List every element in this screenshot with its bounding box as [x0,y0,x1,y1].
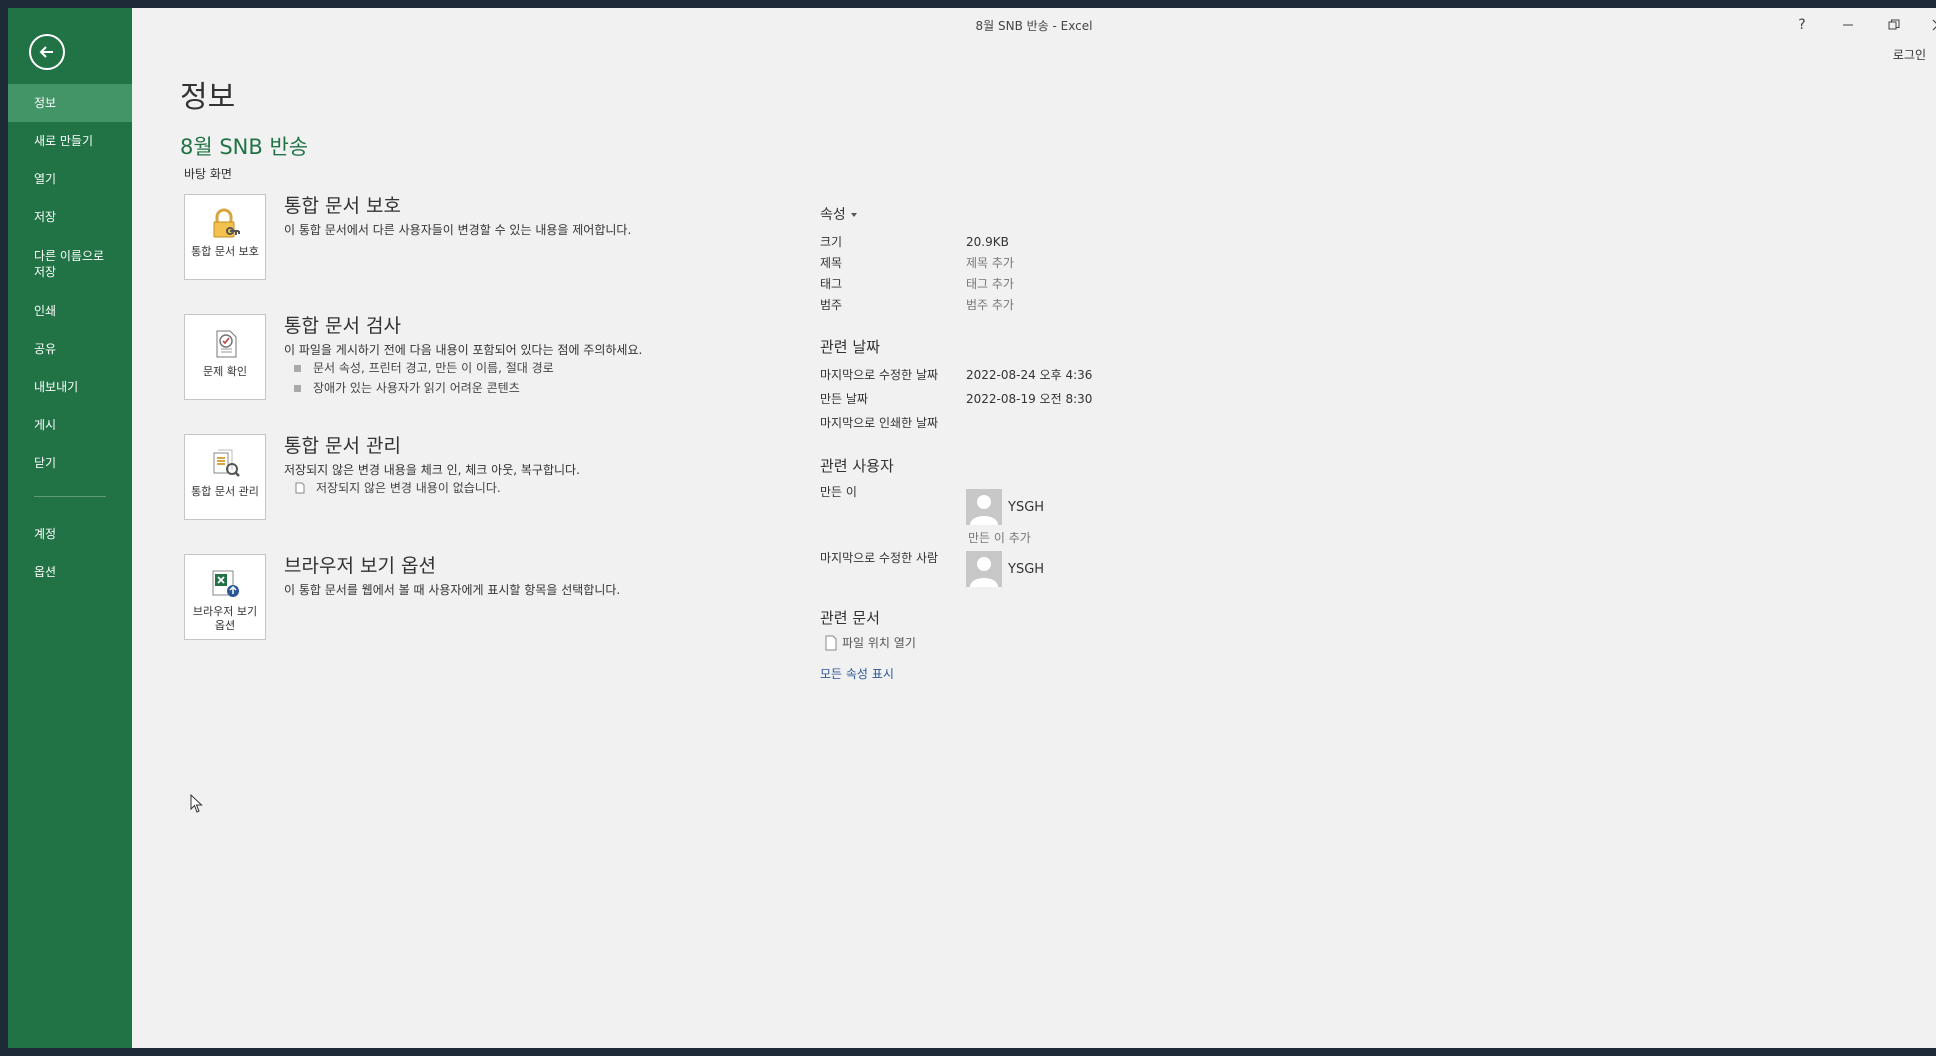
check-issues-tile-label: 문제 확인 [203,365,247,378]
arrow-left-icon [39,46,53,58]
nav-item-export[interactable]: 내보내기 [8,368,132,406]
open-file-location-link[interactable]: 파일 위치 열기 [824,634,1140,651]
backstage-sidebar: 정보 새로 만들기 열기 저장 다른 이름으로 저장 인쇄 공유 내보내기 게시… [8,8,132,1052]
author-person[interactable]: YSGH [966,489,1140,525]
property-row-size: 크기 20.9KB [820,235,1009,249]
inspect-workbook-section: 문제 확인 통합 문서 검사 이 파일을 게시하기 전에 다음 내용이 포함되어… [184,314,744,404]
person-icon [970,557,998,587]
date-row-modified: 마지막으로 수정한 날짜 2022-08-24 오후 4:36 [820,368,1093,382]
nav-item-close[interactable]: 닫기 [8,444,132,482]
backstage-nav: 정보 새로 만들기 열기 저장 다른 이름으로 저장 인쇄 공유 내보내기 게시… [8,84,132,591]
excel-backstage-window: 정보 새로 만들기 열기 저장 다른 이름으로 저장 인쇄 공유 내보내기 게시… [8,8,1936,1052]
protect-workbook-desc: 이 통합 문서에서 다른 사용자들이 변경할 수 있는 내용을 제어합니다. [284,223,632,237]
bullet-square-icon [294,384,301,392]
add-author-link[interactable]: 만든 이 추가 [968,529,1140,546]
tags-field[interactable]: 태그 추가 [966,274,1014,295]
nav-item-save[interactable]: 저장 [8,198,132,236]
page-title: 정보 [180,80,236,115]
category-field[interactable]: 범주 추가 [966,295,1014,316]
document-location: 바탕 화면 [184,167,232,181]
nav-divider [34,496,106,497]
manage-workbook-title: 통합 문서 관리 [284,435,401,457]
info-content: 정보 8월 SNB 반송 바탕 화면 통합 문서 보호 통합 문서 보호 이 통… [132,8,1936,1052]
nav-item-info[interactable]: 정보 [8,84,132,122]
list-item: 문서 속성, 프린터 경고, 만든 이 이름, 절대 경로 [284,358,754,378]
nav-item-print[interactable]: 인쇄 [8,292,132,330]
related-dates-header: 관련 날짜 [820,338,880,356]
nav-item-account[interactable]: 계정 [8,515,132,553]
nav-item-save-as[interactable]: 다른 이름으로 저장 [8,236,108,292]
last-modified-person[interactable]: YSGH [966,551,1140,587]
document-title: 8월 SNB 반송 [180,135,309,159]
date-row-printed: 마지막으로 인쇄한 날짜 [820,416,939,430]
browser-view-desc: 이 통합 문서를 웹에서 볼 때 사용자에게 표시할 항목을 선택합니다. [284,583,621,597]
person-icon [970,495,998,525]
property-row-category: 범주 범주 추가 [820,295,1140,316]
property-row-title: 제목 제목 추가 [820,253,1140,274]
bullet-square-icon [294,364,301,372]
properties-dropdown[interactable]: 속성 [820,204,1140,224]
protect-workbook-button[interactable]: 통합 문서 보호 [184,194,266,280]
nav-item-open[interactable]: 열기 [8,160,132,198]
chevron-down-icon [851,213,858,217]
properties-panel: 속성 크기 20.9KB 제목 제목 추가 태그 태그 추가 범주 범주 추가 … [820,204,1140,682]
manage-icon [213,449,240,477]
manage-workbook-tile-label: 통합 문서 관리 [191,485,259,498]
lock-icon [213,208,240,238]
nav-item-publish[interactable]: 게시 [8,406,132,444]
browser-view-tile-label: 브라우저 보기 옵션 [192,605,258,632]
inspect-icon [216,330,237,358]
property-row-tags: 태그 태그 추가 [820,274,1140,295]
nav-item-share[interactable]: 공유 [8,330,132,368]
browser-view-title: 브라우저 보기 옵션 [284,555,436,577]
nav-item-options[interactable]: 옵션 [8,553,132,591]
manage-workbook-section: 통합 문서 관리 통합 문서 관리 저장되지 않은 변경 내용을 체크 인, 체… [184,434,744,524]
inspect-workbook-desc: 이 파일을 게시하기 전에 다음 내용이 포함되어 있다는 점에 주의하세요. [284,343,643,357]
related-documents-header: 관련 문서 [820,609,880,627]
mouse-cursor-icon [190,794,203,813]
date-row-created: 만든 날짜 2022-08-19 오전 8:30 [820,392,1093,406]
browser-view-options-button[interactable]: 브라우저 보기 옵션 [184,554,266,640]
protect-workbook-title: 통합 문서 보호 [284,195,401,217]
related-people-header: 관련 사용자 [820,457,894,475]
nav-item-new[interactable]: 새로 만들기 [8,122,132,160]
protect-workbook-tile-label: 통합 문서 보호 [191,245,259,258]
manage-workbook-button[interactable]: 통합 문서 관리 [184,434,266,520]
back-button[interactable] [29,34,65,70]
list-item: 장애가 있는 사용자가 읽기 어려운 콘텐츠 [284,378,754,398]
document-icon [295,482,305,494]
show-all-properties-link[interactable]: 모든 속성 표시 [820,665,1140,682]
browser-view-icon [212,570,239,597]
check-issues-button[interactable]: 문제 확인 [184,314,266,400]
title-field[interactable]: 제목 추가 [966,253,1014,274]
avatar [966,489,1002,525]
avatar [966,551,1002,587]
list-item: 저장되지 않은 변경 내용이 없습니다. [284,478,754,498]
protect-workbook-section: 통합 문서 보호 통합 문서 보호 이 통합 문서에서 다른 사용자들이 변경할… [184,194,744,284]
document-icon [825,635,837,650]
taskbar [0,1048,1936,1056]
inspect-workbook-title: 통합 문서 검사 [284,315,401,337]
manage-workbook-desc: 저장되지 않은 변경 내용을 체크 인, 체크 아웃, 복구합니다. [284,463,580,477]
browser-view-section: 브라우저 보기 옵션 브라우저 보기 옵션 이 통합 문서를 웹에서 볼 때 사… [184,554,744,644]
